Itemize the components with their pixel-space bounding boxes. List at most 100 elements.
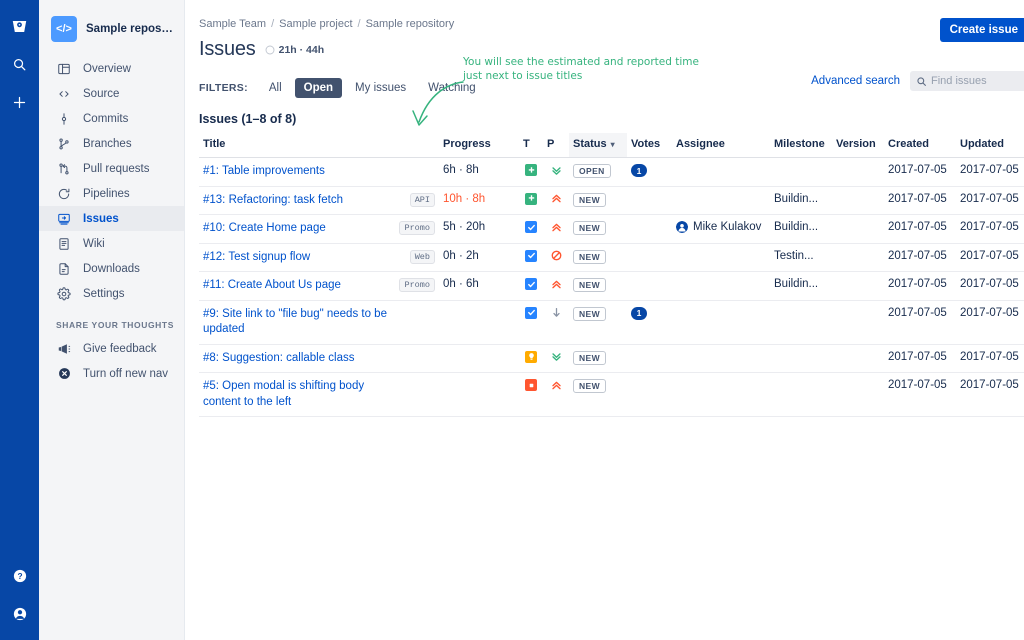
table-row[interactable]: #10: Create Home pagePromo5h · 20hNEWMik… [199,215,1024,244]
updated-cell: 2017-07-05 [956,272,1024,301]
table-row[interactable]: #9: Site link to "file bug" needs to be … [199,300,1024,344]
created-cell: 2017-07-05 [884,373,956,417]
issue-title-link[interactable]: #1: Table improvements [203,164,325,180]
create-plus-icon[interactable] [8,90,32,114]
progress-cell: 0h · 2h [439,243,519,272]
pipelines-icon [56,186,72,202]
issue-title-link[interactable]: #12: Test signup flow [203,250,310,266]
sidebar-item-pull-requests[interactable]: Pull requests [39,156,184,181]
table-row[interactable]: #1: Table improvements6h · 8hOPEN12017-0… [199,158,1024,187]
column-header-status[interactable]: Status▾ [569,133,627,158]
sidebar-item-issues[interactable]: Issues [39,206,184,231]
votes-badge: 1 [631,164,647,177]
priority-cell [543,300,569,344]
assignee-cell [672,373,770,417]
search-area: Advanced search [811,71,1024,91]
progress-cell [439,344,519,373]
sidebar-item-pipelines[interactable]: Pipelines [39,181,184,206]
issue-title-link[interactable]: #8: Suggestion: callable class [203,351,355,367]
rail-top-group [8,0,32,114]
column-header-progress[interactable]: Progress [439,133,519,158]
type-icon-task [525,250,537,262]
column-header-version[interactable]: Version [832,133,884,158]
column-header-tag [394,133,439,158]
issues-table-head: Title Progress T P Status▾ Votes Assigne… [199,133,1024,158]
table-row[interactable]: #5: Open modal is shifting body content … [199,373,1024,417]
progress-cell [439,300,519,344]
issue-title-link[interactable]: #10: Create Home page [203,221,326,237]
version-cell [832,186,884,215]
sidebar-item-label: Branches [83,138,132,150]
sidebar-item-overview[interactable]: Overview [39,56,184,81]
global-nav-rail: ? [0,0,39,640]
breadcrumb-item[interactable]: Sample repository [366,18,455,30]
table-row[interactable]: #8: Suggestion: callable classNEW2017-07… [199,344,1024,373]
assignee-cell [672,158,770,187]
filter-all[interactable]: All [260,78,291,98]
column-header-type[interactable]: T [519,133,543,158]
progress-cell: 6h · 8h [439,158,519,187]
created-cell: 2017-07-05 [884,300,956,344]
column-header-assignee[interactable]: Assignee [672,133,770,158]
issue-title-link[interactable]: #5: Open modal is shifting body content … [203,379,390,410]
column-header-created[interactable]: Created [884,133,956,158]
type-cell [519,344,543,373]
table-row[interactable]: #11: Create About Us pagePromo0h · 6hNEW… [199,272,1024,301]
updated-cell: 2017-07-05 [956,300,1024,344]
profile-avatar-icon[interactable] [8,602,32,626]
search-input[interactable] [931,75,1022,87]
help-icon[interactable]: ? [8,564,32,588]
filter-watching[interactable]: Watching [419,78,485,98]
issue-tag-cell [394,300,439,344]
status-badge: NEW [573,307,606,321]
votes-badge: 1 [631,307,647,320]
breadcrumb-item[interactable]: Sample Team [199,18,266,30]
advanced-search-link[interactable]: Advanced search [811,75,900,87]
bitbucket-logo-icon[interactable] [8,14,32,38]
search-box[interactable] [910,71,1024,91]
column-header-votes[interactable]: Votes [627,133,672,158]
breadcrumb-item[interactable]: Sample project [279,18,352,30]
sidebar-footer-item-turn-off-new-nav[interactable]: Turn off new nav [39,361,184,386]
column-header-updated[interactable]: Updated [956,133,1024,158]
filter-my-issues[interactable]: My issues [346,78,415,98]
priority-icon-critical [550,221,562,233]
sidebar-item-label: Downloads [83,263,140,275]
column-header-title[interactable]: Title [199,133,394,158]
milestone-cell: Buildin... [770,272,832,301]
sidebar-item-settings[interactable]: Settings [39,281,184,306]
votes-cell: 1 [627,300,672,344]
sidebar-item-commits[interactable]: Commits [39,106,184,131]
filter-open[interactable]: Open [295,78,342,98]
search-icon[interactable] [8,52,32,76]
sidebar-footer-item-give-feedback[interactable]: Give feedback [39,336,184,361]
progress-value: 6h · 8h [443,164,479,176]
sidebar-item-source[interactable]: Source [39,81,184,106]
assignee-cell [672,300,770,344]
sidebar-item-wiki[interactable]: Wiki [39,231,184,256]
issue-title-link[interactable]: #9: Site link to "file bug" needs to be … [203,307,390,338]
version-cell [832,272,884,301]
created-cell: 2017-07-05 [884,344,956,373]
main-content: Sample Team/Sample project/Sample reposi… [185,0,1024,640]
table-row[interactable]: #13: Refactoring: task fetchAPI10h · 8hN… [199,186,1024,215]
milestone-value: Buildin... [774,221,828,233]
version-cell [832,243,884,272]
type-icon-task [525,221,537,233]
sidebar-item-label: Overview [83,63,131,75]
status-cell: OPEN [569,158,627,187]
issue-title-link[interactable]: #13: Refactoring: task fetch [203,193,343,209]
table-row[interactable]: #12: Test signup flowWeb0h · 2hNEWTestin… [199,243,1024,272]
megaphone-icon [56,341,72,357]
priority-icon-critical [550,278,562,290]
create-issue-button[interactable]: Create issue [940,18,1024,42]
sidebar-item-branches[interactable]: Branches [39,131,184,156]
column-header-milestone[interactable]: Milestone [770,133,832,158]
votes-cell [627,272,672,301]
sidebar-item-downloads[interactable]: Downloads [39,256,184,281]
column-header-priority[interactable]: P [543,133,569,158]
repository-header[interactable]: </> Sample repository [39,12,184,42]
issue-title-link[interactable]: #11: Create About Us page [203,278,341,294]
type-icon-task [525,307,537,319]
priority-cell [543,272,569,301]
